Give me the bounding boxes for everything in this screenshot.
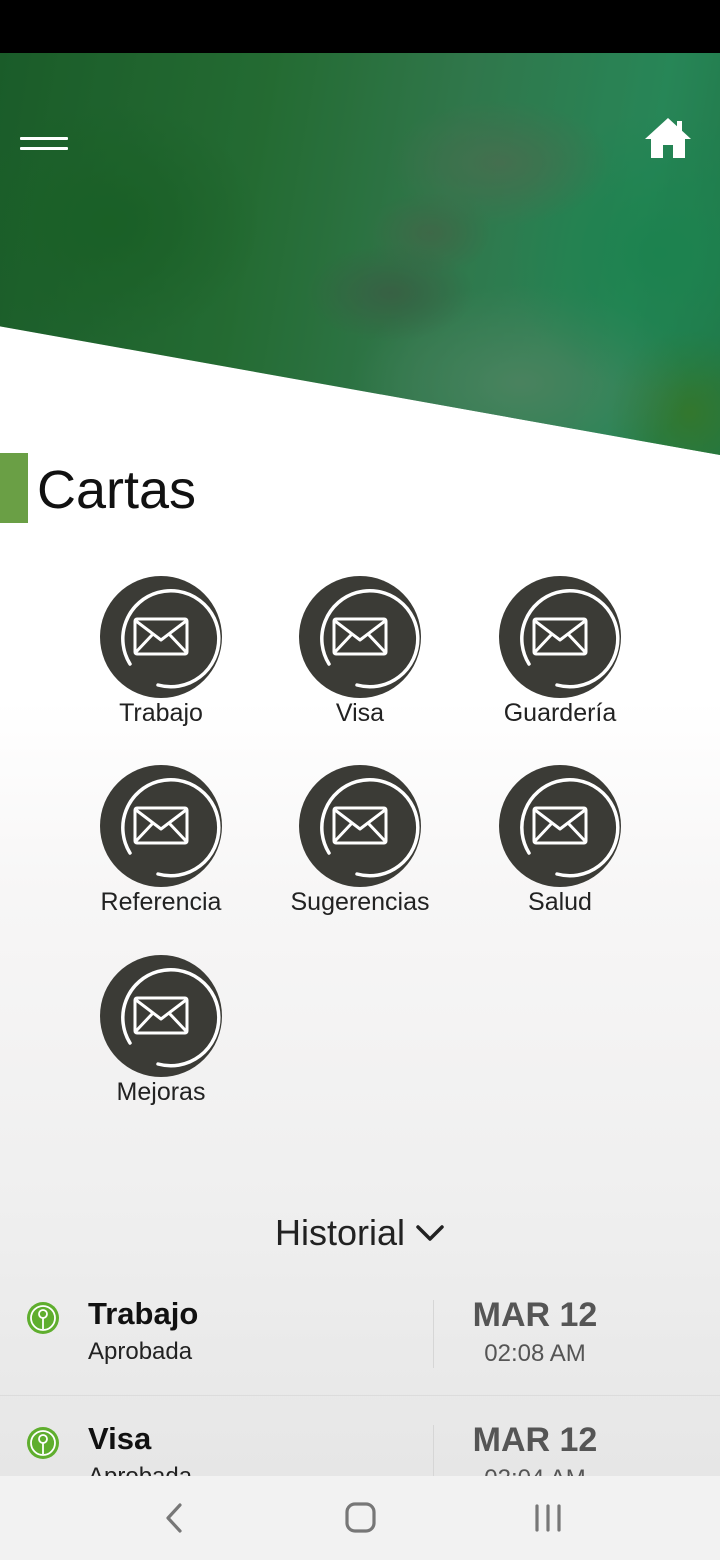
letter-tile-circle [499,576,621,698]
letter-tile-label: Trabajo [119,699,203,727]
history-item-time: 02:08 AM [484,1340,586,1367]
letter-tile-circle [100,955,222,1077]
letter-tile-guarderia[interactable]: Guardería [470,576,650,736]
letter-tile-circle [299,765,421,887]
history-item-name: Trabajo [88,1296,199,1331]
letter-tile-circle [499,765,621,887]
nav-back-button[interactable] [144,1494,204,1542]
banner-tint [0,53,720,455]
hamburger-menu-icon [20,137,68,140]
history-item-date: MAR 12 [472,1296,598,1334]
letter-tile-trabajo[interactable]: Trabajo [71,576,251,736]
status-approved-icon [27,1427,59,1459]
letter-tile-label: Guardería [503,699,617,727]
letter-tile-circle [100,576,222,698]
history-row[interactable]: Trabajo Aprobada MAR 12 02:08 AM [0,1272,720,1396]
envelope-icon [320,777,420,878]
letter-tile-referencia[interactable]: Referencia [71,765,251,925]
letter-tile-salud[interactable]: Salud [470,765,650,925]
back-icon [166,1503,182,1533]
envelope-icon [320,588,420,689]
history-item-date: MAR 12 [472,1421,598,1459]
section-accent-bar [0,453,28,523]
chevron-down-icon [416,1225,444,1241]
letter-tile-circle [100,765,222,887]
nav-recents-button[interactable] [518,1494,578,1542]
letter-tile-label: Salud [528,888,592,916]
letter-tile-sugerencias[interactable]: Sugerencias [270,765,450,925]
nav-home-button[interactable] [330,1494,390,1542]
recents-icon [535,1504,561,1532]
envelope-icon [520,777,620,878]
history-toggle[interactable]: Historial [0,1205,720,1261]
history-item-name: Visa [88,1421,152,1456]
letter-tile-label: Sugerencias [290,888,430,916]
letter-tile-circle [299,576,421,698]
home-button[interactable] [642,112,694,164]
status-approved-icon [27,1302,59,1334]
home-icon [645,118,691,158]
letter-tile-label: Referencia [100,888,222,916]
history-item-status: Aprobada [88,1338,193,1365]
header-banner [0,53,720,455]
status-bar [0,0,720,53]
page-title: Cartas [37,460,197,520]
system-navigation-bar [0,1476,720,1560]
letter-tile-label: Mejoras [116,1078,206,1106]
letter-tile-mejoras[interactable]: Mejoras [71,955,251,1115]
history-title: Historial [274,1212,406,1253]
envelope-icon [121,967,221,1068]
letter-tile-visa[interactable]: Visa [270,576,450,736]
letter-tile-label: Visa [335,699,385,727]
history-item-divider [433,1300,434,1368]
envelope-icon [520,588,620,689]
home-circle-icon [345,1502,376,1533]
envelope-icon [121,777,221,878]
hamburger-menu-icon-line [20,147,68,150]
envelope-icon [121,588,221,689]
menu-button[interactable] [20,134,70,156]
